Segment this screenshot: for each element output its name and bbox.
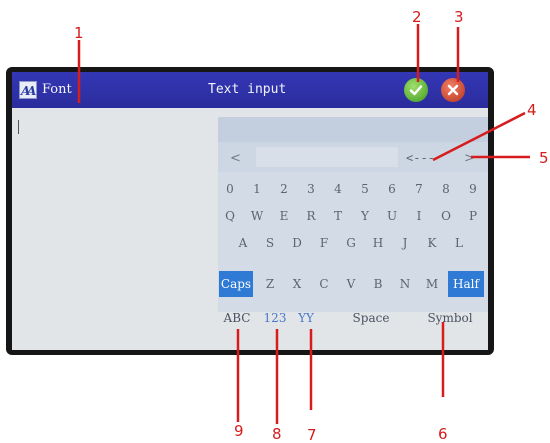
callout-number-8: 8: [272, 425, 282, 443]
callout-number-2: 2: [412, 8, 422, 26]
callout-line-4: [432, 111, 526, 162]
callout-number-9: 9: [234, 422, 244, 440]
callout-number-6: 6: [438, 425, 448, 443]
callout-lines: [77, 24, 530, 424]
callout-number-3: 3: [454, 8, 464, 26]
callout-number-1: 1: [74, 24, 84, 42]
callout-number-7: 7: [307, 426, 317, 443]
callout-number-4: 4: [527, 101, 537, 119]
callout-number-5: 5: [539, 149, 549, 167]
